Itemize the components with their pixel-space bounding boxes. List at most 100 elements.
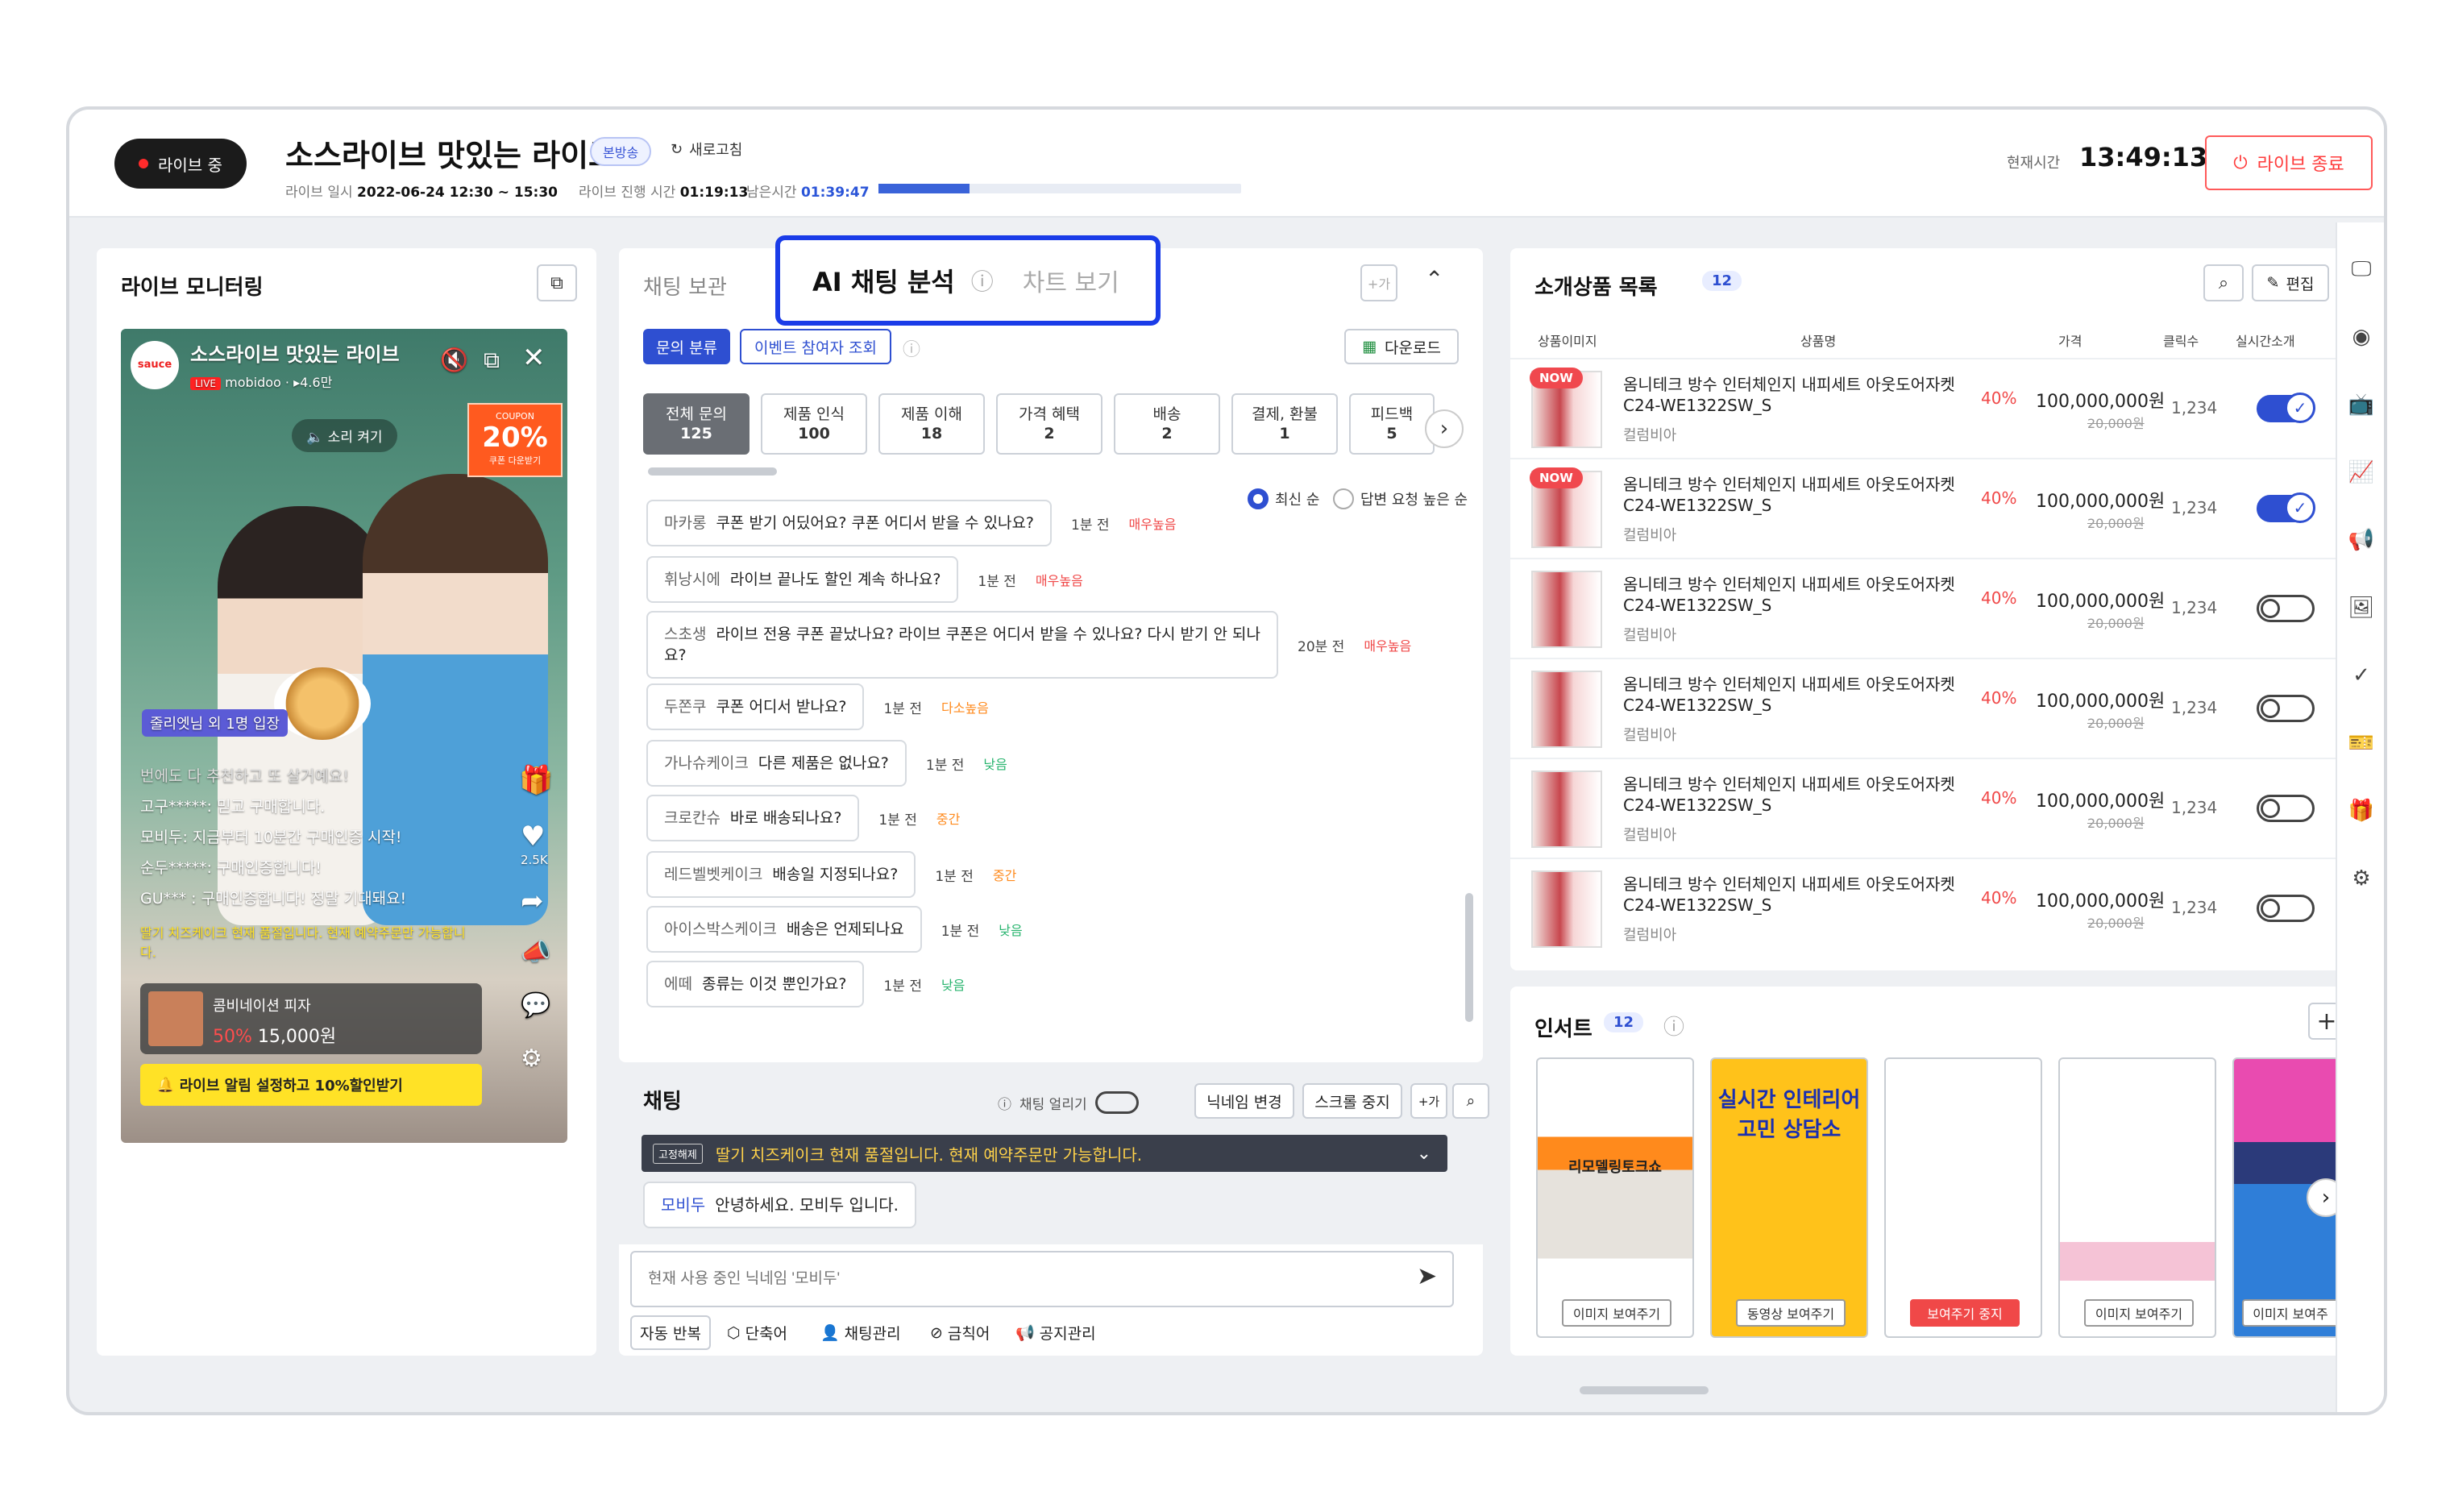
share-icon[interactable]: ➦: [521, 885, 544, 917]
category-scrollbar[interactable]: [648, 467, 777, 476]
pinned-notice[interactable]: 고정해제 딸기 치즈케이크 현재 품절입니다. 현재 예약주문만 가능합니다. ⌄: [642, 1135, 1447, 1172]
category-5[interactable]: 결제, 환불 1: [1231, 393, 1338, 455]
help-icon[interactable]: ⓘ: [1663, 1011, 1684, 1041]
end-live-button[interactable]: ⏻ 라이브 종료: [2205, 135, 2373, 190]
insert-card[interactable]: 보여주기 중지: [1884, 1057, 2042, 1338]
show-button[interactable]: 이미지 보여주기: [2084, 1299, 2194, 1327]
live-intro-toggle[interactable]: ✓: [2257, 492, 2315, 523]
collapse-icon[interactable]: ⌃: [1425, 266, 1443, 293]
category-0[interactable]: 전체 문의 125: [643, 393, 750, 455]
insert-card[interactable]: 리모델링토크쇼 이미지 보여주기: [1536, 1057, 1694, 1338]
pip-icon[interactable]: ⧉: [484, 347, 500, 374]
featured-product[interactable]: 콤비네이션 피자 50% 15,000원: [140, 983, 482, 1054]
product-row[interactable]: NOW 옴니테크 방수 인터체인지 내피세트 아웃도어자켓 C24-WE1322S…: [1510, 358, 2360, 458]
insert-card[interactable]: 이미지 보여주기: [2058, 1057, 2216, 1338]
current-time-value: 13:49:13: [2079, 142, 2208, 172]
chat-input[interactable]: [630, 1251, 1454, 1307]
live-intro-toggle[interactable]: [2257, 595, 2315, 622]
sort-recent[interactable]: 최신 순: [1248, 488, 1319, 509]
show-button[interactable]: 이미지 보여주기: [1562, 1299, 1671, 1327]
category-2[interactable]: 제품 이해 18: [878, 393, 985, 455]
product-row[interactable]: 옴니테크 방수 인터체인지 내피세트 아웃도어자켓 C24-WE1322SW_S…: [1510, 658, 2360, 758]
help-icon[interactable]: ⓘ: [971, 264, 994, 297]
font-size-button[interactable]: +가: [1360, 264, 1397, 301]
nickname-change-button[interactable]: 닉네임 변경: [1194, 1083, 1294, 1119]
coupon-box[interactable]: COUPON 20% 쿠폰 다운받기: [467, 403, 563, 477]
product-row[interactable]: NOW 옴니테크 방수 인터체인지 내피세트 아웃도어자켓 C24-WE1322S…: [1510, 458, 2360, 558]
image-icon[interactable]: 🖼: [2347, 593, 2376, 622]
tab-chat-archive[interactable]: 채팅 보관: [643, 271, 727, 301]
search-icon[interactable]: ⌕: [1452, 1083, 1489, 1119]
product-row[interactable]: 옴니테크 방수 인터체인지 내피세트 아웃도어자켓 C24-WE1322SW_S…: [1510, 758, 2360, 858]
sort-request[interactable]: 답변 요청 높은 순: [1333, 488, 1468, 509]
question-row[interactable]: 에떼 종류는 이것 뿐인가요? 1분 전 낮음: [646, 961, 965, 1007]
help-icon[interactable]: ⓘ: [903, 335, 920, 361]
ticket-icon[interactable]: 🎫: [2347, 729, 2376, 758]
sound-on-button[interactable]: 🔈 소리 켜기: [292, 419, 397, 452]
insert-card[interactable]: 실시간 인테리어 고민 상담소 동영상 보여주기: [1710, 1057, 1868, 1338]
check-circle-icon[interactable]: ✓: [2347, 661, 2376, 690]
question-row[interactable]: 두쫀쿠 쿠폰 어디서 받나요? 1분 전 다소높음: [646, 683, 989, 730]
popout-button[interactable]: ⧉: [537, 264, 577, 301]
edit-button[interactable]: ✎ 편집: [2252, 264, 2329, 301]
chat-icon[interactable]: 💬: [521, 991, 550, 1020]
tv-icon[interactable]: 📺: [2347, 390, 2376, 419]
notice-manage-button[interactable]: 📢 공지관리: [1015, 1315, 1096, 1344]
megaphone-icon[interactable]: 📢: [2347, 525, 2376, 555]
insert-scrollbar[interactable]: [1580, 1386, 1709, 1394]
category-4[interactable]: 배송 2: [1114, 393, 1220, 455]
gear-icon[interactable]: ⚙: [2347, 864, 2376, 893]
banned-words-button[interactable]: ⊘ 금칙어: [930, 1315, 990, 1344]
live-intro-toggle[interactable]: [2257, 795, 2315, 822]
question-row[interactable]: 가나슈케이크 다른 제품은 없나요? 1분 전 낮음: [646, 740, 1007, 787]
category-3[interactable]: 가격 혜택 2: [996, 393, 1102, 455]
monitor-icon[interactable]: 🖵: [2347, 255, 2376, 284]
inquiry-classify-button[interactable]: 문의 분류: [643, 329, 730, 364]
tool-label: 채팅관리: [844, 1325, 901, 1343]
question-row[interactable]: 레드벨벳케이크 배송일 지정되나요? 1분 전 중간: [646, 851, 1016, 898]
chat-manage-button[interactable]: 👤 채팅관리: [820, 1315, 901, 1344]
live-intro-toggle[interactable]: [2257, 895, 2315, 922]
product-row[interactable]: 옴니테크 방수 인터체인지 내피세트 아웃도어자켓 C24-WE1322SW_S…: [1510, 858, 2360, 957]
unpin-button[interactable]: 고정해제: [653, 1143, 703, 1164]
analytics-icon[interactable]: 📈: [2347, 458, 2376, 487]
tab-ai-analysis[interactable]: AI 채팅 분석: [812, 262, 955, 299]
search-icon[interactable]: ⌕: [2203, 264, 2244, 301]
chat-freeze-toggle[interactable]: [1094, 1091, 1139, 1114]
refresh-button[interactable]: ↻ 새로고침: [671, 139, 742, 160]
close-icon[interactable]: ✕: [522, 342, 546, 374]
show-button[interactable]: 동영상 보여주기: [1736, 1299, 1846, 1327]
chevron-down-icon[interactable]: ⌄: [1417, 1144, 1431, 1164]
live-intro-toggle[interactable]: [2257, 695, 2315, 722]
chat-freeze[interactable]: ⓘ 채팅 얼리기: [998, 1091, 1139, 1114]
question-row[interactable]: 크로칸슈 바로 배송되나요? 1분 전 중간: [646, 795, 960, 841]
send-icon[interactable]: ➤: [1417, 1262, 1437, 1290]
product-row[interactable]: 옴니테크 방수 인터체인지 내피세트 아웃도어자켓 C24-WE1322SW_S…: [1510, 558, 2360, 658]
live-intro-toggle[interactable]: ✓: [2257, 393, 2315, 423]
settings-icon[interactable]: ⚙: [521, 1045, 542, 1073]
question-row[interactable]: 마카롱 쿠폰 받기 어딨어요? 쿠폰 어디서 받을 수 있나요? 1분 전 매우높음: [646, 500, 1176, 546]
event-participants-button[interactable]: 이벤트 참여자 조회: [740, 329, 891, 364]
gift-icon[interactable]: 🎁: [519, 764, 553, 796]
question-row[interactable]: 아이스박스케이크 배송은 언제되나요 1분 전 낮음: [646, 906, 1023, 953]
category-6[interactable]: 피드백 5: [1349, 393, 1435, 455]
heart-icon[interactable]: ♥: [521, 820, 545, 853]
megaphone-icon[interactable]: 📣: [521, 938, 550, 966]
tab-chart-view[interactable]: 차트 보기: [1023, 263, 1119, 298]
shortcut-button[interactable]: ⬡ 단축어: [727, 1315, 787, 1344]
question-row[interactable]: 스초생 라이브 전용 쿠폰 끝났나요? 라이브 쿠폰은 어디서 받을 수 있나요?…: [646, 611, 1411, 679]
scroll-stop-button[interactable]: 스크롤 중지: [1302, 1083, 1402, 1119]
font-size-button-2[interactable]: +가: [1410, 1083, 1447, 1119]
chevron-right-icon[interactable]: ›: [1425, 409, 1464, 448]
question-scrollbar[interactable]: [1465, 893, 1473, 1022]
question-row[interactable]: 휘낭시에 라이브 끝나도 할인 계속 하나요? 1분 전 매우높음: [646, 556, 1083, 603]
mute-icon[interactable]: 🔇: [440, 347, 468, 373]
auto-repeat-button[interactable]: 자동 반복: [630, 1315, 711, 1350]
alarm-banner[interactable]: 🔔 라이브 알림 설정하고 10%할인받기: [140, 1064, 482, 1106]
stop-show-button[interactable]: 보여주기 중지: [1910, 1299, 2020, 1327]
category-1[interactable]: 제품 인식 100: [761, 393, 867, 455]
broadcast-icon[interactable]: ◉: [2347, 322, 2376, 351]
gift-box-icon[interactable]: 🎁: [2347, 796, 2376, 825]
download-button[interactable]: ▦ 다운로드: [1344, 329, 1459, 364]
show-button[interactable]: 이미지 보여주: [2242, 1299, 2339, 1327]
